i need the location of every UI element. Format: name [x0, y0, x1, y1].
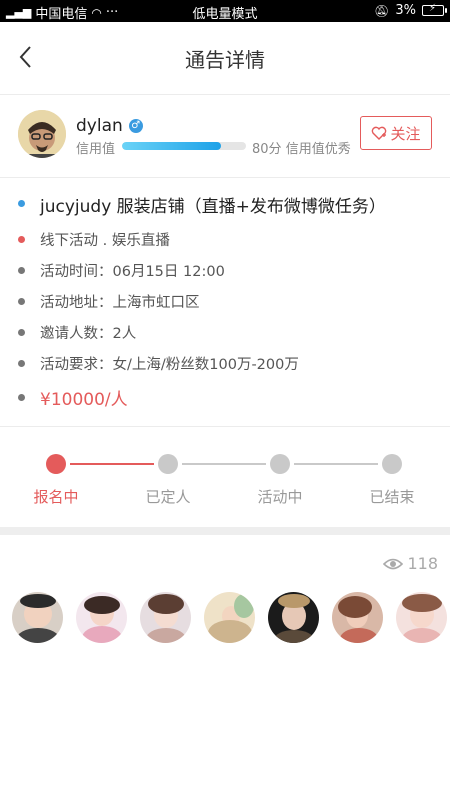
progress-connector — [182, 463, 266, 465]
notice-requirements: 活动要求：女/上海/粉丝数100万-200万 — [40, 357, 299, 373]
user-divider — [0, 177, 450, 178]
progress-step-dot — [158, 454, 178, 474]
applicant-avatar[interactable] — [268, 592, 319, 643]
view-count-value: 118 — [407, 554, 438, 573]
credit-level: 信用值优秀 — [285, 142, 351, 157]
type-bullet-icon — [18, 236, 25, 243]
invites-bullet-icon — [18, 329, 25, 336]
progress-connector — [70, 463, 154, 465]
view-count: 118 — [383, 554, 438, 573]
credit-progress-bar — [122, 142, 246, 150]
notice-title: jucyjudy 服装店铺（直播+发布微博微任务） — [40, 197, 386, 217]
progress-step-label: 已定人 — [145, 488, 191, 506]
title-bullet-icon — [18, 200, 25, 207]
nav-bar: 通告详情 — [0, 22, 450, 94]
eye-icon — [383, 558, 404, 569]
notice-location: 活动地址：上海市虹口区 — [40, 295, 200, 311]
info-divider — [0, 426, 450, 427]
progress-step-dot — [270, 454, 290, 474]
applicant-avatar[interactable] — [396, 592, 447, 643]
user-name-row: dylan ♂ — [76, 116, 143, 136]
heart-plus-icon — [372, 126, 387, 140]
progress-step-dot — [46, 454, 66, 474]
applicant-avatar[interactable] — [140, 592, 191, 643]
progress-step-label: 报名中 — [33, 488, 79, 506]
battery-icon: ⚡︎ — [422, 3, 447, 16]
price-bullet-icon — [18, 394, 25, 401]
progress-step-label: 活动中 — [257, 488, 303, 506]
applicant-avatar[interactable] — [204, 592, 255, 643]
requirements-bullet-icon — [18, 360, 25, 367]
male-icon: ♂ — [128, 119, 143, 133]
credit-score: 80分 — [252, 142, 282, 157]
progress-step-label: 已结束 — [369, 488, 415, 506]
location-bullet-icon — [18, 298, 25, 305]
notice-type: 线下活动 . 娱乐直播 — [40, 233, 170, 249]
notice-time: 活动时间：06月15日 12:00 — [40, 264, 225, 280]
follow-label: 关注 — [390, 124, 421, 143]
status-progress: 报名中 已定人 活动中 已结束 — [0, 440, 450, 520]
notice-price: ¥10000/人 — [40, 390, 128, 410]
avatar-image — [18, 110, 66, 158]
credit-score-text: 80分 信用值优秀 — [252, 138, 351, 157]
applicant-avatar[interactable] — [76, 592, 127, 643]
avatar[interactable] — [18, 110, 66, 158]
status-bar: ▂▄▆ 中国电信 ◠ ··· 低电量模式 🔕︎ 3% ⚡︎ — [0, 0, 450, 22]
user-name: dylan — [76, 116, 123, 136]
applicant-avatar[interactable] — [12, 592, 63, 643]
time-bullet-icon — [18, 267, 25, 274]
page-title: 通告详情 — [185, 48, 265, 72]
status-right: 🔕︎ 3% ⚡︎ — [374, 3, 447, 18]
progress-connector — [294, 463, 378, 465]
applicant-avatar-list — [12, 592, 447, 643]
follow-button[interactable]: 关注 — [360, 116, 432, 150]
progress-step-dot — [382, 454, 402, 474]
bell-muted-icon: 🔕︎ — [374, 3, 390, 18]
notice-invites: 邀请人数：2人 — [40, 326, 137, 342]
credit-label: 信用值 — [76, 142, 116, 157]
battery-percent: 3% — [395, 3, 416, 18]
publisher-card: dylan ♂ 信用值 80分 信用值优秀 关注 — [0, 102, 450, 164]
nav-divider — [0, 94, 450, 95]
section-separator — [0, 527, 450, 535]
applicant-avatar[interactable] — [332, 592, 383, 643]
credit-progress-fill — [122, 142, 222, 150]
